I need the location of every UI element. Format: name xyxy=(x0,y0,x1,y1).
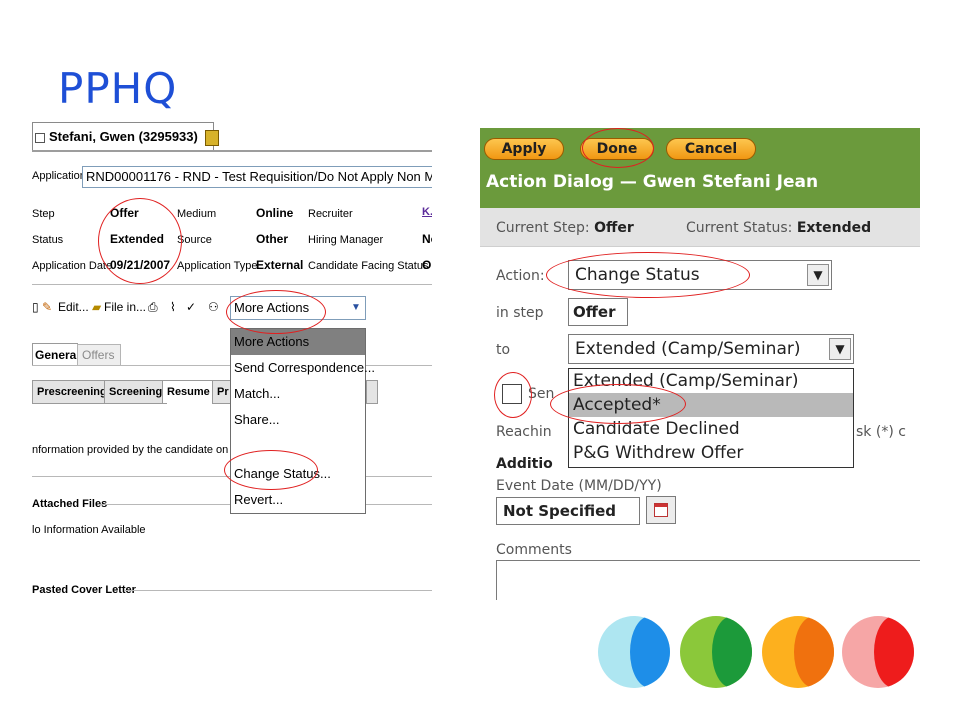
send-label: Sen xyxy=(528,386,555,402)
candidate-facing-status-value: O xyxy=(422,258,432,272)
recruiter-link[interactable]: K. xyxy=(422,206,432,218)
send-correspondence-checkbox[interactable] xyxy=(502,384,522,404)
option-candidate-declined[interactable]: Candidate Declined xyxy=(569,417,853,441)
comments-textarea[interactable] xyxy=(496,560,920,600)
in-step-value: Offer xyxy=(568,298,628,326)
more-actions-select[interactable]: More Actions ▼ xyxy=(230,296,366,320)
chevron-down-icon: ▼ xyxy=(807,264,829,286)
candidate-record-screenshot: Stefani, Gwen (3295933) Application RND0… xyxy=(32,118,432,600)
action-select[interactable]: Change Status ▼ xyxy=(568,260,832,290)
application-date-label: Application Date xyxy=(32,260,113,272)
info-text: nformation provided by the candidate on … xyxy=(32,444,240,456)
menu-item-revert[interactable]: Revert... xyxy=(231,487,365,513)
step-label: Step xyxy=(32,208,55,220)
candidate-name: Stefani, Gwen (3295933) xyxy=(49,129,198,144)
reaching-label: Reachin xyxy=(496,424,552,440)
apply-button[interactable]: Apply xyxy=(484,138,564,160)
more-actions-value: More Actions xyxy=(234,300,310,315)
no-info-text: lo Information Available xyxy=(32,524,146,536)
decorative-circle-red xyxy=(842,616,914,688)
menu-item-share[interactable]: Share... xyxy=(231,407,365,433)
menu-item-match[interactable]: Match... xyxy=(231,381,365,407)
calendar-icon xyxy=(654,503,668,517)
dialog-title: Action Dialog — Gwen Stefani Jean xyxy=(486,172,819,192)
slide-title: PPHQ xyxy=(58,64,178,113)
user-icon xyxy=(205,129,220,146)
comments-label: Comments xyxy=(496,542,572,558)
decorative-circle-orange xyxy=(762,616,834,688)
pencil-icon[interactable]: ✎ xyxy=(42,300,52,314)
to-status-select[interactable]: Extended (Camp/Seminar) ▼ xyxy=(568,334,854,364)
menu-item-change-status[interactable]: Change Status... xyxy=(231,461,365,487)
subtab-resume[interactable]: Resume xyxy=(162,380,215,403)
print-icon[interactable]: ⎙ xyxy=(148,300,158,315)
chevron-down-icon: ▼ xyxy=(351,302,361,313)
edit-button[interactable]: Edit... xyxy=(58,300,89,314)
source-label: Source xyxy=(177,234,212,246)
event-date-label: Event Date (MM/DD/YY) xyxy=(496,478,662,494)
divider xyxy=(32,284,432,285)
subtab-prescreening[interactable]: Prescreening xyxy=(32,380,112,404)
menu-item-more-actions[interactable]: More Actions xyxy=(231,329,365,355)
cancel-button[interactable]: Cancel xyxy=(666,138,756,160)
current-status: Current Status: Extended xyxy=(686,220,872,236)
to-label: to xyxy=(496,342,511,358)
more-actions-menu: More Actions Send Correspondence... Matc… xyxy=(230,328,375,514)
tab-general[interactable]: General xyxy=(32,343,80,366)
new-icon[interactable]: ▯ xyxy=(32,300,39,314)
application-value: RND00001176 - RND - Test Requisition/Do … xyxy=(86,169,432,184)
status-value: Extended xyxy=(110,232,165,246)
application-select[interactable]: RND00001176 - RND - Test Requisition/Do … xyxy=(82,166,432,188)
action-label: Action: xyxy=(496,268,545,284)
medium-label: Medium xyxy=(177,208,217,220)
pasted-cover-heading: Pasted Cover Letter xyxy=(32,584,136,596)
recruiter-label: Recruiter xyxy=(308,208,353,220)
subtab-screening[interactable]: Screening xyxy=(104,380,168,404)
menu-gap xyxy=(231,433,365,461)
calendar-button[interactable] xyxy=(646,496,676,524)
step-value: Offer xyxy=(110,206,139,220)
source-value: Other xyxy=(256,232,289,246)
decorative-circle-blue xyxy=(598,616,670,688)
candidate-tab[interactable]: Stefani, Gwen (3295933) xyxy=(32,122,220,150)
decorative-circle-green xyxy=(680,616,752,688)
folder-icon[interactable]: ▰ xyxy=(92,300,101,314)
attached-files-heading: Attached Files xyxy=(32,498,108,510)
done-button[interactable]: Done xyxy=(580,138,654,160)
menu-item-send-correspondence[interactable]: Send Correspondence... xyxy=(231,355,375,381)
users-icon[interactable]: ⚇ xyxy=(208,300,219,314)
divider xyxy=(124,590,432,591)
status-label: Status xyxy=(32,234,64,246)
subtab-hidden[interactable] xyxy=(366,380,378,404)
medium-value: Online xyxy=(256,206,294,220)
additional-info-heading: Additio xyxy=(496,456,553,472)
asterisk-note: sk (*) c xyxy=(856,424,906,440)
application-date-value: 09/21/2007 xyxy=(110,258,171,272)
candidate-facing-status-label: Candidate Facing Status xyxy=(308,260,429,272)
header-divider xyxy=(32,150,432,152)
in-step-label: in step xyxy=(496,305,544,321)
application-label: Application xyxy=(32,170,86,182)
attach-icon[interactable]: ⌇ xyxy=(170,300,176,314)
application-type-label: Application Type xyxy=(177,260,258,272)
action-dialog-screenshot: Apply Done Cancel Action Dialog — Gwen S… xyxy=(480,128,920,600)
chevron-down-icon: ▼ xyxy=(829,338,851,360)
event-date-field[interactable]: Not Specified xyxy=(496,497,640,525)
collapse-icon xyxy=(35,132,45,143)
hiring-manager-label: Hiring Manager xyxy=(308,234,384,246)
current-step: Current Step: Offer xyxy=(496,220,634,236)
action-value: Change Status xyxy=(575,265,700,285)
to-status-value: Extended (Camp/Seminar) xyxy=(575,339,801,359)
hiring-manager-value: No xyxy=(422,232,432,246)
tab-offers[interactable]: Offers xyxy=(77,344,121,366)
to-status-dropdown: Extended (Camp/Seminar) Accepted* Candid… xyxy=(568,368,854,468)
application-type-value: External xyxy=(256,258,304,272)
option-extended[interactable]: Extended (Camp/Seminar) xyxy=(569,369,853,393)
check-icon[interactable]: ✓ xyxy=(186,300,196,314)
option-withdrew-offer[interactable]: P&G Withdrew Offer xyxy=(569,441,853,465)
option-accepted[interactable]: Accepted* xyxy=(569,393,853,417)
file-in-button[interactable]: File in... xyxy=(104,300,146,314)
